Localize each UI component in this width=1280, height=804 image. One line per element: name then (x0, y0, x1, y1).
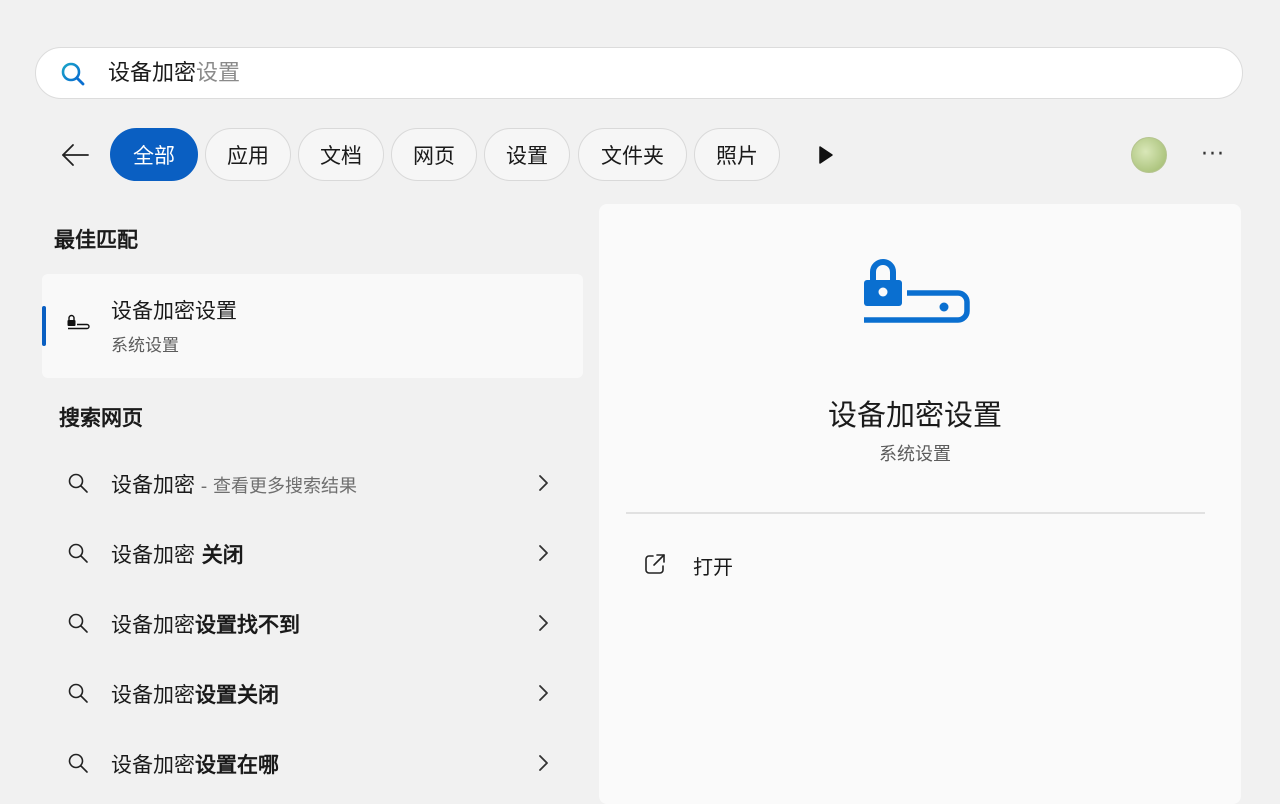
filter-chip-folders[interactable]: 文件夹 (578, 128, 687, 181)
search-icon (68, 683, 88, 703)
search-box[interactable]: 设备加密设置 (35, 47, 1243, 99)
web-result-text: 设备加密设置找不到 (111, 613, 300, 637)
web-result-text: 设备加密设置关闭 (111, 683, 279, 707)
search-typed-text: 设备加密 (108, 61, 197, 86)
filter-chip-documents[interactable]: 文档 (298, 128, 384, 181)
chevron-right-icon (539, 615, 548, 631)
search-icon (68, 613, 88, 633)
web-result-text: 设备加密 关闭 (111, 543, 244, 567)
web-search-heading: 搜索网页 (59, 406, 143, 430)
web-result-row[interactable]: 设备加密 - 查看更多搜索结果 (42, 453, 583, 515)
best-match-title: 设备加密设置 (111, 299, 237, 323)
web-result-text: 设备加密 - 查看更多搜索结果 (111, 473, 357, 497)
search-icon (68, 543, 88, 563)
open-action-label: 打开 (693, 555, 733, 579)
filter-chip-photos[interactable]: 照片 (694, 128, 780, 181)
selection-indicator (42, 306, 46, 346)
filter-chip-settings[interactable]: 设置 (484, 128, 570, 181)
back-arrow-icon[interactable] (58, 138, 92, 172)
best-match-heading: 最佳匹配 (54, 228, 138, 252)
web-result-row[interactable]: 设备加密设置关闭 (42, 663, 583, 725)
open-external-icon (645, 554, 665, 574)
divider (626, 512, 1205, 514)
search-icon (68, 473, 88, 493)
preview-title: 设备加密设置 (827, 398, 1002, 432)
web-result-row[interactable]: 设备加密 关闭 (42, 523, 583, 585)
filter-bar: 全部 应用 文档 网页 设置 文件夹 照片 ··· (0, 128, 1280, 182)
search-input[interactable]: 设备加密设置 (108, 60, 240, 88)
more-options-icon[interactable]: ··· (1197, 140, 1229, 170)
chevron-right-icon (539, 475, 548, 491)
open-action-button[interactable]: 打开 (643, 546, 843, 582)
search-icon (68, 753, 88, 773)
user-avatar[interactable] (1131, 137, 1167, 173)
chevron-right-icon (539, 755, 548, 771)
filter-chip-web[interactable]: 网页 (391, 128, 477, 181)
play-more-filters-icon[interactable] (815, 144, 837, 166)
best-match-subtitle: 系统设置 (111, 336, 179, 356)
web-result-text: 设备加密设置在哪 (111, 753, 279, 777)
chevron-right-icon (539, 685, 548, 701)
web-result-row[interactable]: 设备加密设置找不到 (42, 593, 583, 655)
filter-chip-all[interactable]: 全部 (110, 128, 198, 181)
device-encryption-icon (67, 314, 90, 330)
preview-pane: 设备加密设置 系统设置 打开 (599, 204, 1241, 804)
best-match-item[interactable]: 设备加密设置 系统设置 (42, 274, 583, 378)
chevron-right-icon (539, 545, 548, 561)
web-result-row[interactable]: 设备加密设置在哪 (42, 733, 583, 795)
filter-chip-apps[interactable]: 应用 (205, 128, 291, 181)
search-suggestion-text: 设置 (196, 61, 241, 86)
preview-subtitle: 系统设置 (879, 444, 951, 465)
search-icon (61, 62, 85, 86)
device-encryption-icon (864, 259, 970, 323)
